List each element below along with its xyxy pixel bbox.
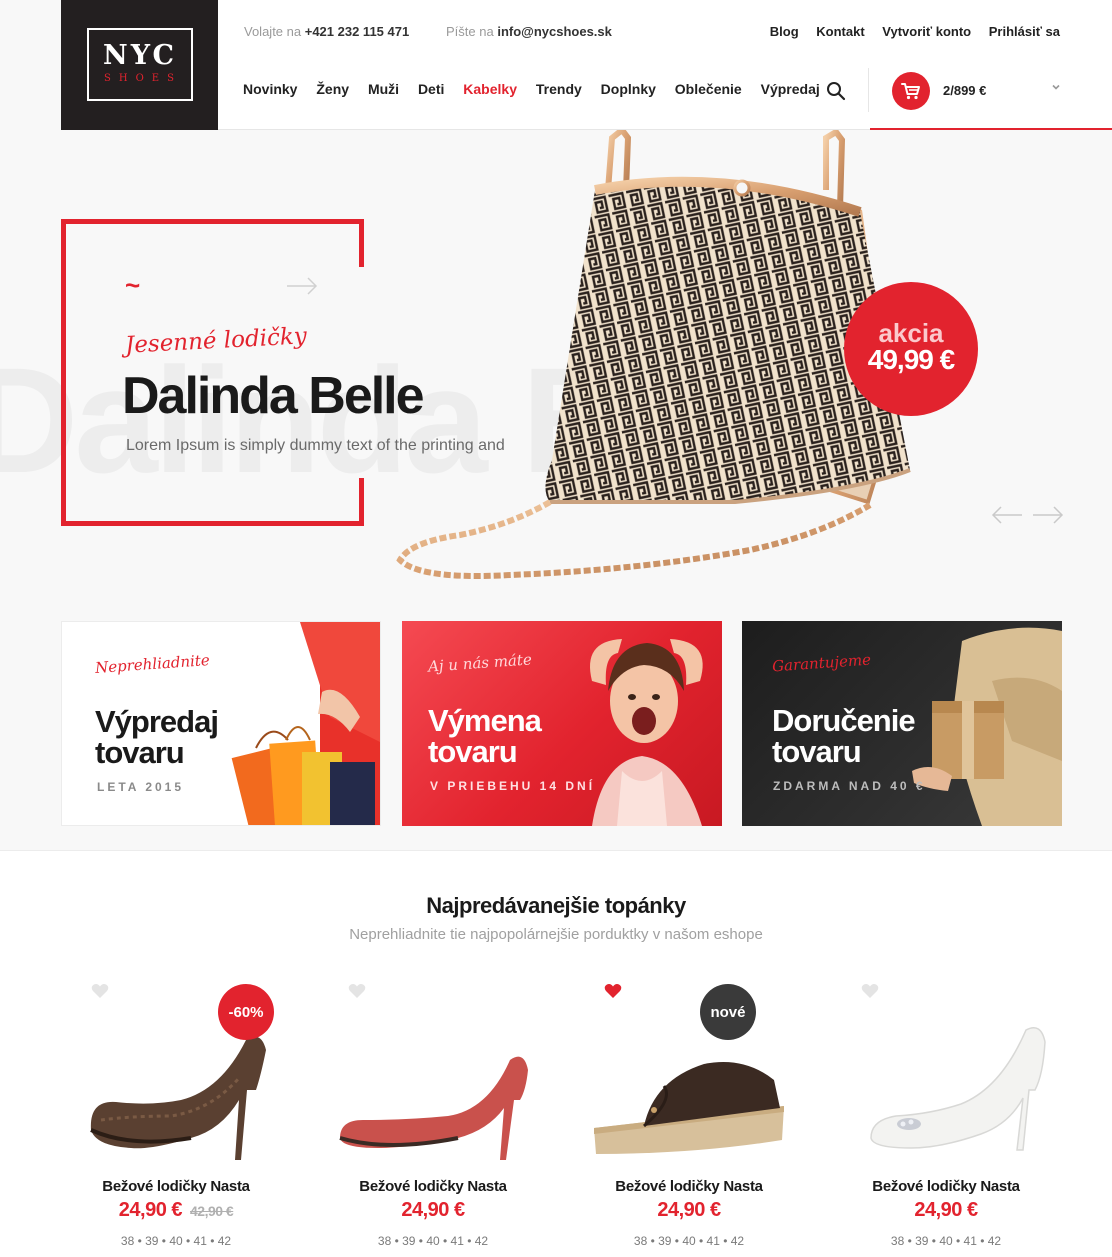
nav-item-oblecenie[interactable]: Oblečenie [675,81,742,97]
nav-item-vypredaj[interactable]: Výpredaj [761,81,820,97]
nav-item-kabelky[interactable]: Kabelky [463,81,517,97]
new-badge: nové [700,984,756,1040]
product-image [594,1062,784,1154]
product-name[interactable]: Bežové lodičky Nasta [51,1178,301,1195]
promo-price: 49,99 € [867,344,955,375]
banner-exchange[interactable]: Aj u nás máte Výmena tovaru V PRIEBEHU 1… [402,621,722,826]
arrow-left-icon[interactable] [991,505,1023,525]
product-price-row: 24,90 € [821,1199,1071,1222]
banner-subtitle: LETA 2015 [97,780,185,794]
nav-item-zeny[interactable]: Ženy [316,81,349,97]
product-image [339,1056,528,1160]
nav-item-trendy[interactable]: Trendy [536,81,582,97]
nav-item-deti[interactable]: Deti [418,81,444,97]
banner-kicker: Aj u nás máte [427,650,533,676]
cart-icon [892,72,930,110]
heart-icon[interactable] [604,983,622,999]
heart-icon[interactable] [348,983,366,999]
banner-title-line: tovaru [95,735,185,770]
main-nav: Novinky Ženy Muži Deti Kabelky Trendy Do… [243,81,835,97]
toplink-contact[interactable]: Kontakt [816,24,864,39]
contact-phone: Volajte na +421 232 115 471 [244,24,409,39]
logo-main-text: NYC [103,40,177,71]
logo-frame: NYC SHOES [87,28,193,101]
logo-sub-text: SHOES [104,73,182,84]
product-price: 24,90 € [914,1199,978,1221]
banner-kicker: Garantujeme [771,650,872,676]
product-sizes[interactable]: 38 • 39 • 40 • 41 • 42 [51,1234,301,1248]
arrow-right-icon[interactable] [1032,505,1064,525]
banner-title: Doručenie tovaru [772,705,952,767]
nav-item-novinky[interactable]: Novinky [243,81,297,97]
product-card[interactable]: -60% Bežové lodičky Nasta 24,90 € 42,90 €… [51,980,301,1257]
banner-title-line: tovaru [428,734,518,769]
product-old-price: 42,90 € [190,1203,234,1219]
phone-number[interactable]: +421 232 115 471 [305,24,409,39]
banner-title-line: Výpredaj [95,704,219,739]
hero-frame-corner [359,478,364,526]
product-sizes[interactable]: 38 • 39 • 40 • 41 • 42 [564,1234,814,1248]
product-price-row: 24,90 € [308,1199,558,1222]
product-price: 24,90 € [657,1199,721,1221]
nav-item-muzi[interactable]: Muži [368,81,399,97]
banner-kicker: Neprehliadnite [94,651,211,677]
heart-icon[interactable] [91,983,109,999]
product-sizes[interactable]: 38 • 39 • 40 • 41 • 42 [308,1234,558,1248]
search-icon[interactable] [826,81,846,101]
email-label: Píšte na [446,24,494,39]
hero-frame-corner [359,219,364,267]
banner-subtitle: ZDARMA NAD 40 € [773,779,926,793]
banner-title-line: tovaru [772,734,862,769]
product-name[interactable]: Bežové lodičky Nasta [308,1178,558,1195]
section-title: Najpredávanejšie topánky [426,893,686,918]
arrow-right-icon [287,277,318,295]
banner-title-line: Doručenie [772,703,916,738]
email-address[interactable]: info@nycshoes.sk [497,24,612,39]
product-image [90,1036,267,1160]
contact-email: Píšte na info@nycshoes.sk [446,24,612,39]
banner-title-line: Výmena [428,703,542,738]
promo-badge[interactable]: akcia 49,99 € [844,282,978,416]
product-name[interactable]: Bežové lodičky Nasta [821,1178,1071,1195]
heart-icon[interactable] [861,983,879,999]
nav-item-doplnky[interactable]: Doplnky [601,81,656,97]
product-card[interactable]: Bežové lodičky Nasta 24,90 € 38 • 39 • 4… [821,980,1071,1257]
chevron-down-icon[interactable] [1050,81,1062,93]
product-price: 24,90 € [118,1199,183,1221]
cart-summary: 2/899 € [943,83,987,98]
tilde-icon: ~ [125,270,141,300]
phone-label: Volajte na [244,24,302,39]
product-sizes[interactable]: 38 • 39 • 40 • 41 • 42 [821,1234,1071,1248]
toplink-login[interactable]: Prihlásiť sa [989,24,1060,39]
product-price: 24,90 € [401,1199,465,1221]
banner-subtitle: V PRIEBEHU 14 DNÍ [430,779,596,793]
section-divider [0,850,1112,851]
toplink-register[interactable]: Vytvoriť konto [882,24,971,39]
banner-sale[interactable]: Neprehliadnite Výpredaj tovaru LETA 2015 [61,621,381,826]
section-subtitle: Neprehliadnite tie najpopolárnejšie pord… [349,926,763,943]
banner-title: Výpredaj tovaru [95,706,275,768]
hero-title: Dalinda Belle [122,367,425,425]
product-name[interactable]: Bežové lodičky Nasta [564,1178,814,1195]
product-card[interactable]: nové Bežové lodičky Nasta 24,90 € 38 • 3… [564,980,814,1257]
product-card[interactable]: Bežové lodičky Nasta 24,90 € 38 • 39 • 4… [308,980,558,1257]
toplink-blog[interactable]: Blog [770,24,799,39]
product-price-row: 24,90 € 42,90 € [51,1199,301,1222]
cart-button[interactable]: 2/899 € [870,60,1112,130]
site-header: NYC SHOES Volajte na +421 232 115 471 Pí… [0,0,1112,130]
banner-delivery[interactable]: Garantujeme Doručenie tovaru ZDARMA NAD … [742,621,1062,826]
nav-separator [868,68,869,112]
top-links: Blog Kontakt Vytvoriť konto Prihlásiť sa [756,24,1060,39]
logo[interactable]: NYC SHOES [61,0,218,130]
discount-badge: -60% [218,984,274,1040]
product-image [870,1027,1046,1151]
product-price-row: 24,90 € [564,1199,814,1222]
banner-title: Výmena tovaru [428,705,608,767]
